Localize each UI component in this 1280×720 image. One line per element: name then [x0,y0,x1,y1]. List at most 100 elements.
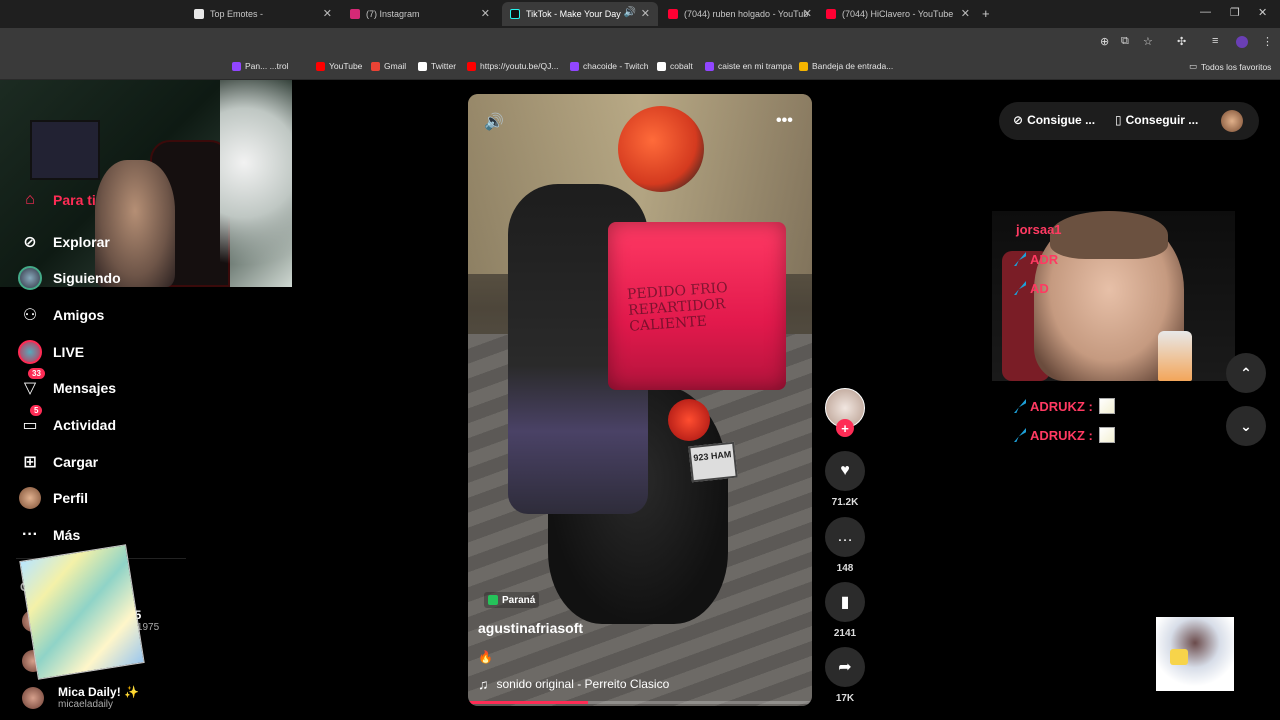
browser-menu-icon[interactable]: ⋮ [1262,35,1273,48]
sidebar-item-siguiendo[interactable]: Siguiendo [16,263,216,293]
location-tag[interactable]: Paraná [484,592,540,608]
heart-icon[interactable]: ♥ [825,451,865,491]
friends-icon: ⚇ [22,307,38,324]
install-app-icon[interactable]: ⧉ [1121,35,1129,48]
chat-emote-icon [1098,398,1115,414]
tab-close-icon[interactable]: ✕ [641,7,650,20]
youtube-icon [316,61,325,71]
tab-instagram[interactable]: (7) Instagram ✕ [342,2,498,26]
tab-close-icon[interactable]: ✕ [803,7,812,20]
activity-badge: 5 [30,405,43,416]
activity-icon: ▭ 5 [16,405,44,439]
license-plate: 923 HAM [688,441,738,483]
sidebar-item-actividad[interactable]: ▭ 5 Actividad [16,405,216,440]
tab-tiktok[interactable]: TikTok - Make Your Day 🔊 ✕ [502,2,658,26]
youtube-favicon-icon [826,9,836,19]
gmail-icon [371,61,380,71]
live-icon [16,338,44,366]
sidebar-item-label: Más [53,527,81,543]
sidebar-item-mensajes[interactable]: ▽ 33 Mensajes [16,368,216,403]
top-emotes-favicon-icon [194,9,204,19]
tab-close-icon[interactable]: ✕ [481,7,490,20]
user-avatar[interactable] [1221,110,1243,132]
sword-badge-icon [1014,281,1026,295]
twitch-icon [570,61,579,71]
sidebar-item-live[interactable]: LIVE [16,337,216,367]
bookmark-item[interactable]: Twitter [418,61,456,71]
media-control-icon[interactable]: ≡ [1212,35,1218,47]
facecam-bottle [1158,331,1192,381]
account-name: Mica Daily! ✨ [58,685,139,699]
sound-title: sonido original - Perreito Clasico [496,677,670,691]
followed-account[interactable]: Mica Daily! ✨ micaeladaily [22,685,139,710]
sidebar-item-explorar[interactable]: ⊘ Explorar [16,227,216,257]
tab-close-icon[interactable]: ✕ [323,7,332,20]
share-action[interactable]: ➦ 17K [825,647,865,704]
compass-icon: ⊘ [23,234,37,251]
new-tab-button[interactable]: + [982,6,990,21]
bookmark-label: Gmail [384,61,407,71]
tab-title: (7044) ruben holgado - YouTub [684,9,809,19]
tab-top-emotes[interactable]: Top Emotes - ✕ [186,2,340,26]
bookmark-item[interactable]: https://youtu.be/QJ... [467,61,558,71]
bookmark-label: chacoide - Twitch [583,61,649,71]
get-coins-button[interactable]: ⊘ Consigue ... [1013,113,1095,127]
stream-emote-overlay [19,544,145,680]
bookmark-label: Twitter [431,61,457,71]
bookmark-icon[interactable]: ▮ [825,582,865,622]
restore-icon[interactable]: ❐ [1230,6,1240,19]
video-author-username[interactable]: agustinafriasoft [478,620,583,636]
tab-youtube-hiclavero[interactable]: (7044) HiClavero - YouTube ✕ [818,2,978,26]
bookmark-item[interactable]: caiste en mi trampa [705,61,792,71]
more-options-icon[interactable]: ••• [776,112,793,130]
tab-title: (7) Instagram [366,9,420,19]
upload-icon: ⊞ [23,454,37,471]
tab-close-icon[interactable]: ✕ [961,7,970,20]
sidebar-item-cargar[interactable]: ⊞ Cargar [16,447,216,477]
video-sound-link[interactable]: ♫ sonido original - Perreito Clasico [478,676,669,692]
sidebar-item-para-ti[interactable]: ⌂ Para ti [16,193,216,207]
bookmark-label: Pan... ...trol [245,61,289,71]
youtube-favicon-icon [668,9,678,19]
bookmark-label: cobalt [670,61,693,71]
music-note-icon: ♫ [478,676,489,692]
comment-action[interactable]: … 148 [825,517,865,574]
save-action[interactable]: ▮ 2141 [825,582,865,639]
video-progress-bar[interactable] [468,701,812,704]
webcam-monitor [30,120,100,180]
tab-youtube-ruben[interactable]: (7044) ruben holgado - YouTub ✕ [660,2,820,26]
location-label: Paraná [502,594,536,606]
video-progress-fill [468,701,589,704]
volume-icon[interactable]: 🔊 [484,112,504,132]
share-arrow-icon[interactable]: ➦ [825,647,865,687]
mail-icon [799,61,808,71]
bookmark-item[interactable]: cobalt [657,61,693,71]
close-window-icon[interactable]: ✕ [1258,6,1267,19]
bookmark-item[interactable]: Bandeja de entrada... [799,61,893,71]
tab-audio-icon[interactable]: 🔊 [624,7,636,18]
instagram-favicon-icon [350,9,360,19]
bookmark-item[interactable]: YouTube [316,61,362,71]
messages-icon: ▽ 33 [16,368,45,402]
chat-line: ADRUKZ : [1014,397,1115,415]
bookmark-item[interactable]: chacoide - Twitch [570,61,649,71]
location-pin-icon [488,595,498,605]
previous-video-chevron-up-icon[interactable]: ⌃ [1226,353,1266,393]
video-player[interactable]: PEDIDO FRIO REPARTIDOR CALIENTE 923 HAM … [468,94,812,706]
minimize-icon[interactable]: — [1200,6,1211,18]
extensions-icon[interactable]: ✣ [1177,35,1186,48]
bookmark-item[interactable]: Pan... ...trol [232,61,288,71]
get-app-button[interactable]: ▯ Conseguir ... [1115,113,1198,127]
address-bar-row: ⊕ ⧉ ☆ ✣ ≡ ⋮ [0,28,1280,56]
sidebar-item-perfil[interactable]: Perfil [16,483,216,513]
next-video-chevron-down-icon[interactable]: ⌄ [1226,406,1266,446]
sidebar-item-amigos[interactable]: ⚇ Amigos [16,300,216,330]
zoom-icon[interactable]: ⊕ [1100,35,1109,48]
follow-plus-icon[interactable]: + [836,419,854,437]
profile-avatar-icon[interactable] [1236,36,1248,48]
like-action[interactable]: ♥ 71.2K [825,451,865,508]
comment-icon[interactable]: … [825,517,865,557]
bookmark-item[interactable]: Gmail [371,61,406,71]
bookmark-star-icon[interactable]: ☆ [1143,35,1153,48]
all-bookmarks-button[interactable]: ▭ Todos los favoritos [1189,61,1271,72]
